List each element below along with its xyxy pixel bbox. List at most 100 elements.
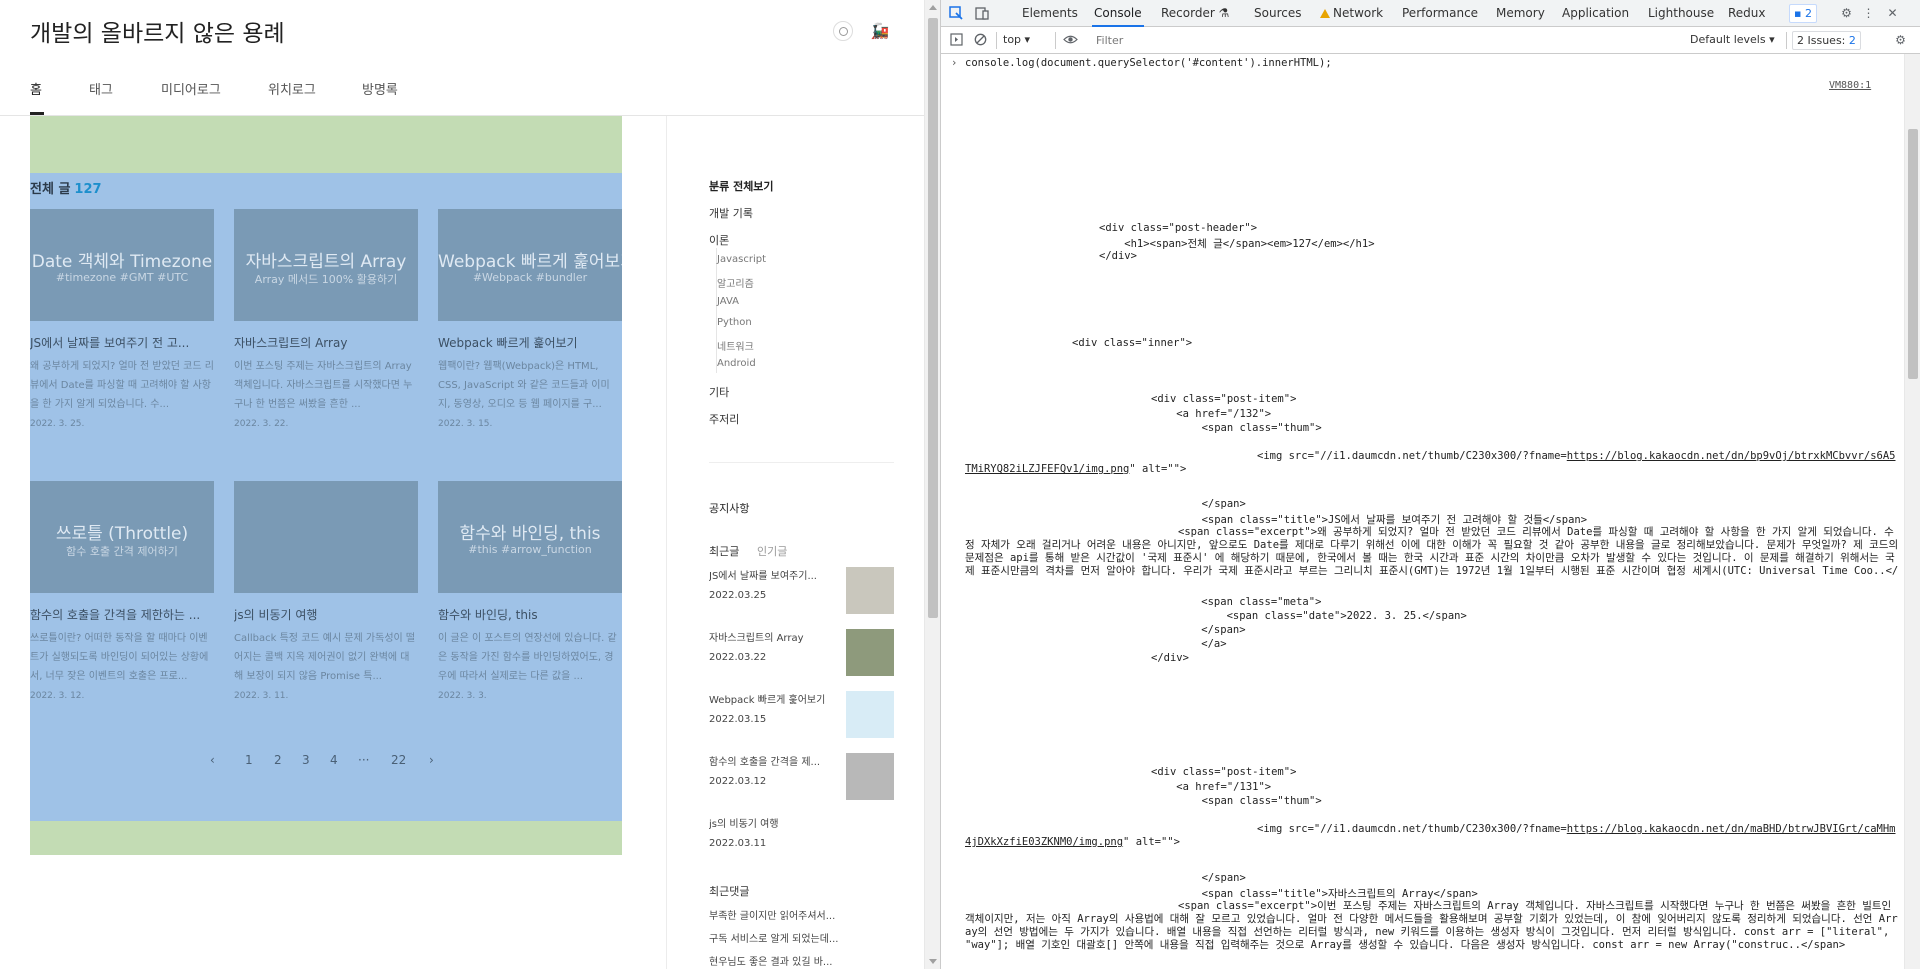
post-title[interactable]: 함수의 호출을 간격을 제한하는 ... bbox=[30, 606, 214, 623]
tab-recorder[interactable]: Recorder ⚗ bbox=[1159, 0, 1231, 27]
nav-locationlog[interactable]: 위치로그 bbox=[268, 79, 316, 98]
sidebar-toggle-icon[interactable] bbox=[949, 33, 964, 48]
post-card[interactable]: Webpack 빠르게 훑어보기 #Webpack #bundler Webpack… bbox=[438, 209, 622, 429]
subcategory-network[interactable]: 네트워크 bbox=[717, 338, 754, 353]
site-title[interactable]: 개발의 올바르지 않은 용례 bbox=[30, 14, 285, 48]
comment-item[interactable]: 부족한 글이지만 읽어주셔서... bbox=[709, 907, 835, 922]
recent-post-item[interactable]: 자바스크립트의 Array 2022.03.22 bbox=[709, 629, 894, 679]
console-command[interactable]: console.log(document.querySelector('#con… bbox=[965, 57, 1332, 69]
recent-post-title[interactable]: JS에서 날짜를 보여주기... bbox=[709, 567, 829, 582]
search-icon[interactable] bbox=[833, 21, 853, 41]
recent-post-item[interactable]: js의 비동기 여행 2022.03.11 bbox=[709, 815, 894, 865]
clear-console-icon[interactable] bbox=[973, 33, 988, 48]
tab-elements[interactable]: Elements bbox=[1020, 0, 1080, 27]
nav-tags[interactable]: 태그 bbox=[89, 79, 113, 98]
blog-scrollbar-thumb[interactable] bbox=[928, 18, 938, 618]
subcategory-algorithm[interactable]: 알고리즘 bbox=[717, 275, 754, 290]
post-title[interactable]: js의 비동기 여행 bbox=[234, 606, 418, 623]
profile-avatar[interactable]: 🚂 bbox=[869, 20, 891, 42]
post-thumbnail[interactable]: 함수와 바인딩, this #this #arrow_function bbox=[438, 481, 622, 593]
post-card[interactable]: js의 비동기 여행 Callback 특정 코드 예시 문제 가독성이 떨어지는… bbox=[234, 481, 418, 701]
pager-page-22[interactable]: 22 bbox=[391, 753, 406, 767]
subcategory-javascript[interactable]: Javascript bbox=[717, 254, 766, 265]
messages-badge[interactable]: ▪ 2 bbox=[1789, 4, 1817, 23]
code-line[interactable]: <div class="post-item"> bbox=[1151, 766, 1296, 778]
close-devtools-icon[interactable]: ✕ bbox=[1885, 6, 1900, 21]
pager-next[interactable]: › bbox=[429, 753, 434, 767]
code-line[interactable]: <img src="//i1.daumcdn.net/thumb/C230x30… bbox=[965, 450, 1900, 476]
post-card[interactable]: 함수와 바인딩, this #this #arrow_function 함수와 바인… bbox=[438, 481, 622, 701]
code-line[interactable]: <span class="title">자바스크립트의 Array</span> bbox=[1151, 886, 1478, 901]
scroll-up-arrow-icon[interactable] bbox=[929, 5, 937, 10]
recent-post-item[interactable]: 함수의 호출을 간격을 제... 2022.03.12 bbox=[709, 753, 894, 803]
code-line[interactable]: <span class="excerpt">왜 공부하게 되었지? 얼마 전 받… bbox=[965, 526, 1900, 581]
recent-posts-tab[interactable]: 최근글 bbox=[709, 543, 739, 559]
code-line[interactable]: <div class="post-item"> bbox=[1151, 393, 1296, 405]
console-scrollbar[interactable] bbox=[1904, 54, 1920, 969]
log-levels-dropdown[interactable]: Default levels ▾ bbox=[1690, 27, 1775, 53]
category-etc[interactable]: 기타 bbox=[709, 384, 729, 400]
pager-page-4[interactable]: 4 bbox=[330, 753, 338, 767]
recent-post-thumbnail[interactable] bbox=[846, 567, 894, 614]
tab-redux[interactable]: Redux bbox=[1726, 0, 1768, 27]
code-line[interactable]: <span class="thum"> bbox=[1151, 795, 1322, 807]
pager-prev[interactable]: ‹ bbox=[210, 753, 215, 767]
code-line[interactable]: </span> bbox=[1151, 872, 1246, 884]
category-dev-log[interactable]: 개발 기록 bbox=[709, 205, 753, 221]
code-line[interactable]: <span class="title">JS에서 날짜를 보여주기 전 고려해야… bbox=[1151, 512, 1587, 527]
post-thumbnail[interactable]: 자바스크립트의 Array Array 메서드 100% 활용하기 bbox=[234, 209, 418, 321]
code-line[interactable]: <img src="//i1.daumcdn.net/thumb/C230x30… bbox=[965, 823, 1900, 849]
code-line[interactable]: </div> bbox=[1099, 250, 1137, 262]
nav-guestbook[interactable]: 방명록 bbox=[362, 79, 398, 98]
tab-network[interactable]: Network bbox=[1318, 0, 1385, 27]
nav-medialog[interactable]: 미디어로그 bbox=[161, 79, 221, 98]
recent-post-thumbnail[interactable] bbox=[846, 629, 894, 676]
subcategory-android[interactable]: Android bbox=[717, 358, 756, 369]
inspect-element-icon[interactable] bbox=[949, 6, 964, 21]
post-title[interactable]: 함수와 바인딩, this bbox=[438, 606, 622, 623]
pager-page-3[interactable]: 3 bbox=[302, 753, 310, 767]
category-theory[interactable]: 이론 bbox=[709, 232, 729, 248]
post-card[interactable]: 자바스크립트의 Array Array 메서드 100% 활용하기 자바스크립트의 … bbox=[234, 209, 418, 429]
category-misc[interactable]: 주저리 bbox=[709, 411, 739, 427]
console-filter-input[interactable] bbox=[1096, 31, 1676, 50]
code-line[interactable]: <a href="/131"> bbox=[1151, 781, 1271, 793]
recent-post-item[interactable]: Webpack 빠르게 훑어보기 2022.03.15 bbox=[709, 691, 894, 741]
code-line[interactable]: <div class="post-header"> bbox=[1099, 222, 1257, 234]
pager-page-1[interactable]: 1 bbox=[245, 753, 253, 767]
post-title[interactable]: Webpack 빠르게 훑어보기 bbox=[438, 334, 622, 351]
code-line[interactable]: <span class="meta"> bbox=[1176, 596, 1321, 608]
recent-post-title[interactable]: Webpack 빠르게 훑어보기 bbox=[709, 691, 829, 706]
code-line[interactable]: </span> bbox=[1151, 498, 1246, 510]
tab-console[interactable]: Console bbox=[1092, 0, 1144, 27]
recent-post-item[interactable]: JS에서 날짜를 보여주기... 2022.03.25 bbox=[709, 567, 894, 617]
code-line[interactable]: <span class="thum"> bbox=[1151, 422, 1322, 434]
recent-post-thumbnail[interactable] bbox=[846, 691, 894, 738]
source-link[interactable]: VM880:1 bbox=[1829, 80, 1871, 91]
console-settings-icon[interactable]: ⚙ bbox=[1893, 33, 1908, 48]
scroll-down-arrow-icon[interactable] bbox=[929, 959, 937, 964]
nav-home[interactable]: 홈 bbox=[30, 79, 42, 98]
code-line[interactable]: </a> bbox=[1176, 638, 1226, 650]
popular-posts-tab[interactable]: 인기글 bbox=[757, 543, 787, 559]
blog-scrollbar[interactable] bbox=[924, 0, 940, 969]
recent-post-title[interactable]: 함수의 호출을 간격을 제... bbox=[709, 753, 829, 768]
code-line[interactable]: <span class="date">2022. 3. 25.</span> bbox=[1176, 610, 1467, 622]
code-line[interactable]: </div> bbox=[1151, 652, 1189, 664]
tab-lighthouse[interactable]: Lighthouse bbox=[1646, 0, 1716, 27]
recent-post-thumbnail[interactable] bbox=[846, 753, 894, 800]
notice-heading[interactable]: 공지사항 bbox=[709, 500, 749, 516]
post-thumbnail[interactable]: 쓰로틀 (Throttle) 함수 호출 간격 제어하기 bbox=[30, 481, 214, 593]
comment-item[interactable]: 현우님도 좋은 결과 있길 바... bbox=[709, 953, 832, 968]
code-line[interactable]: <div class="inner"> bbox=[1072, 337, 1192, 349]
code-line[interactable]: <a href="/132"> bbox=[1151, 408, 1271, 420]
post-thumbnail[interactable]: Date 객체와 Timezone #timezone #GMT #UTC bbox=[30, 209, 214, 321]
more-options-icon[interactable]: ⋮ bbox=[1861, 6, 1876, 21]
comment-item[interactable]: 구독 서비스로 알게 되었는데... bbox=[709, 930, 838, 945]
subcategory-python[interactable]: Python bbox=[717, 317, 752, 328]
console-scrollbar-thumb[interactable] bbox=[1908, 129, 1918, 379]
eye-icon[interactable] bbox=[1063, 33, 1078, 48]
pager-page-2[interactable]: 2 bbox=[274, 753, 282, 767]
code-line[interactable]: <span class="excerpt">이번 포스팅 주제는 자바스크립트의… bbox=[965, 900, 1900, 968]
issues-button[interactable]: 2 Issues: 2 bbox=[1792, 31, 1861, 50]
